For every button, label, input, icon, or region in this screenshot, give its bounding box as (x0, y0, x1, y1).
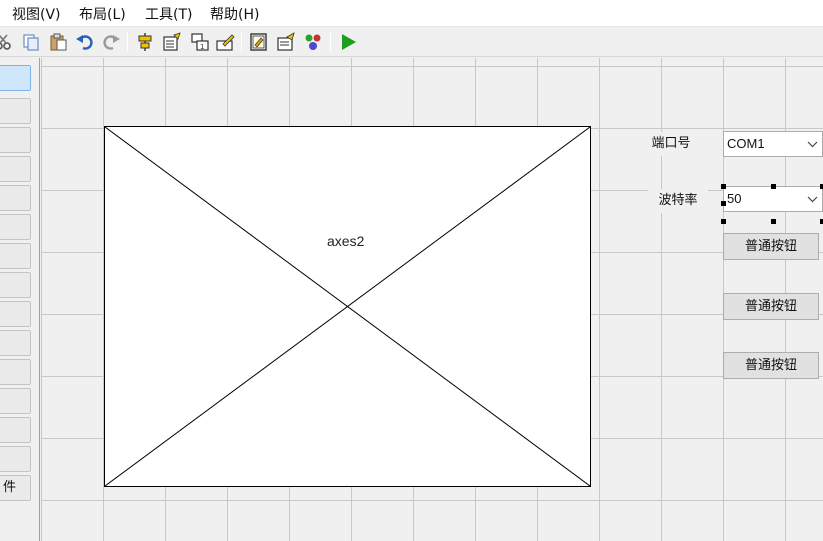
palette-item[interactable] (0, 446, 31, 472)
undo-icon[interactable] (74, 31, 96, 53)
push-button-2[interactable]: 普通按钮 (723, 293, 819, 320)
baud-popup[interactable]: 50 (723, 186, 823, 212)
layout-canvas[interactable]: axes2 端口号 COM1 波特率 50 普通按钮 普通按钮 普通按钮 (41, 58, 823, 541)
selection-handle[interactable] (771, 219, 776, 224)
guide-layout-editor-window: 视图(V) 布局(L) 工具(T) 帮助(H) 1 件 axes2 端口号 CO… (0, 0, 823, 541)
menu-editor-icon[interactable] (161, 31, 183, 53)
palette-item[interactable] (0, 388, 31, 414)
palette-item[interactable] (0, 98, 31, 124)
palette-item-activex[interactable]: 件 (0, 475, 31, 501)
toolbar: 1 (0, 27, 823, 57)
menu-bar: 视图(V) 布局(L) 工具(T) 帮助(H) (0, 0, 823, 27)
selection-handle[interactable] (721, 184, 726, 189)
svg-text:1: 1 (200, 43, 204, 51)
selection-handle[interactable] (721, 219, 726, 224)
copy-icon[interactable] (20, 31, 42, 53)
port-label[interactable]: 端口号 (642, 132, 700, 156)
property-inspector-icon[interactable] (275, 31, 297, 53)
palette-item[interactable] (0, 417, 31, 443)
menu-help[interactable]: 帮助(H) (210, 4, 259, 24)
palette-item[interactable] (0, 127, 31, 153)
palette-item[interactable] (0, 330, 31, 356)
editor-icon[interactable] (248, 31, 270, 53)
palette-item-select[interactable] (0, 65, 31, 91)
object-browser-icon[interactable] (302, 31, 324, 53)
chevron-down-icon[interactable] (802, 132, 822, 156)
palette-item[interactable] (0, 272, 31, 298)
selection-handle[interactable] (771, 184, 776, 189)
align-icon[interactable] (134, 31, 156, 53)
toolbar-editor-icon[interactable] (214, 31, 236, 53)
toolbar-separator (127, 32, 128, 52)
menu-view[interactable]: 视图(V) (12, 4, 61, 24)
selection-handle[interactable] (721, 201, 726, 206)
baud-popup-value: 50 (727, 191, 742, 206)
push-button-1[interactable]: 普通按钮 (723, 233, 819, 260)
menu-layout[interactable]: 布局(L) (79, 4, 126, 24)
cut-icon[interactable] (0, 31, 14, 53)
baud-label[interactable]: 波特率 (648, 189, 708, 213)
toolbar-separator (241, 32, 242, 52)
palette-item[interactable] (0, 156, 31, 182)
axes-component[interactable]: axes2 (104, 126, 591, 487)
paste-icon[interactable] (47, 31, 69, 53)
port-popup-value: COM1 (727, 136, 765, 151)
axes-tag-label: axes2 (327, 233, 365, 249)
palette-item[interactable] (0, 185, 31, 211)
toolbar-separator (330, 32, 331, 52)
chevron-down-icon[interactable] (802, 187, 822, 211)
port-popup[interactable]: COM1 (723, 131, 823, 157)
axes-placeholder-cross (105, 127, 590, 486)
component-palette: 件 (0, 58, 40, 541)
menu-tools[interactable]: 工具(T) (145, 4, 192, 24)
palette-item[interactable] (0, 243, 31, 269)
palette-item[interactable] (0, 359, 31, 385)
redo-icon[interactable] (100, 31, 122, 53)
run-icon[interactable] (337, 31, 359, 53)
push-button-3[interactable]: 普通按钮 (723, 352, 819, 379)
tab-order-icon[interactable]: 1 (189, 31, 211, 53)
palette-item[interactable] (0, 301, 31, 327)
palette-item[interactable] (0, 214, 31, 240)
